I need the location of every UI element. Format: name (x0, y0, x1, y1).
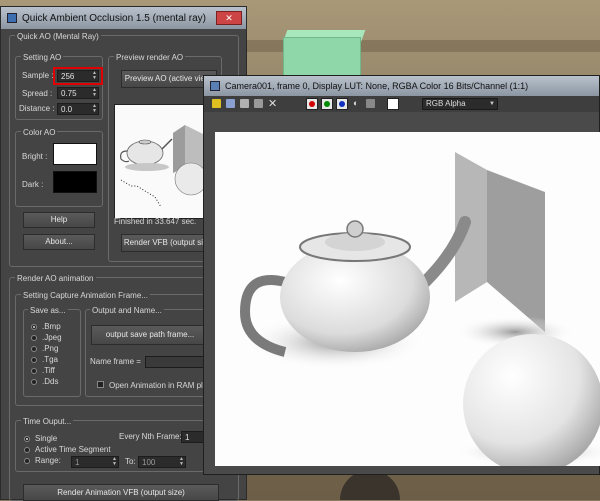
range-to-value: 100 (142, 458, 156, 467)
frame-buffer-window: Camera001, frame 0, Display LUT: None, R… (203, 75, 600, 475)
capture-label: Setting Capture Animation Frame... (21, 291, 150, 300)
radio-active-time[interactable] (24, 447, 30, 453)
fb-title: Camera001, frame 0, Display LUT: None, R… (225, 81, 529, 91)
range-from-spinner[interactable]: 1 ▲ ▼ (71, 456, 119, 468)
fb-titlebar[interactable]: Camera001, frame 0, Display LUT: None, R… (204, 76, 599, 96)
distance-value: 0.0 (61, 105, 73, 114)
alpha-icon[interactable] (366, 99, 375, 108)
to-label: To: (125, 457, 136, 466)
channel-select-value: RGB Alpha (426, 99, 466, 108)
setting-ao-label: Setting AO (21, 53, 64, 62)
active-time-label: Active Time Segment (35, 445, 111, 454)
distance-label: Distance : (19, 104, 55, 113)
every-nth-spinner[interactable]: 1 (181, 431, 205, 443)
format-tga: .Tga (42, 355, 59, 364)
sample-label: Sample : (22, 71, 54, 80)
dialog-title: Quick Ambient Occlusion 1.5 (mental ray) (22, 12, 206, 24)
spinner-arrows-icon[interactable]: ▲ ▼ (179, 457, 185, 467)
dark-color-swatch[interactable] (53, 171, 97, 193)
close-button[interactable]: ✕ (216, 11, 242, 25)
output-path-button[interactable]: output save path frame... (91, 325, 209, 345)
radio-single[interactable] (24, 436, 30, 442)
open-anim-label: Open Animation in RAM player (109, 381, 219, 390)
preview-scene-icon (115, 105, 208, 218)
range-from-value: 1 (75, 458, 80, 467)
preview-group-label: Preview render AO (114, 53, 186, 62)
render-anim-label: Render AO animation (15, 274, 96, 283)
rendered-image (215, 132, 600, 466)
radio-tiff[interactable] (31, 368, 37, 374)
finished-text: Finished in 33.647 sec. (114, 217, 197, 226)
spread-label: Spread : (22, 89, 53, 98)
format-jpeg: .Jpeg (42, 333, 62, 342)
fb-toolbar: ✕ ◐ RGB Alpha ▼ (204, 96, 599, 112)
spinner-arrows-icon[interactable]: ▲ ▼ (92, 88, 98, 98)
spinner-arrows-icon[interactable]: ▲ ▼ (92, 104, 98, 114)
highlight-box (53, 67, 103, 85)
open-anim-checkbox[interactable] (97, 381, 104, 388)
app-icon (7, 13, 17, 23)
help-button[interactable]: Help (23, 212, 95, 228)
radio-png[interactable] (31, 346, 37, 352)
group-quick-ao-label: Quick AO (Mental Ray) (15, 32, 101, 41)
format-dds: .Dds (42, 377, 59, 386)
print-icon[interactable] (254, 99, 263, 108)
copy-icon[interactable] (226, 99, 235, 108)
save-icon[interactable] (212, 99, 221, 108)
range-to-spinner[interactable]: 100 ▲ ▼ (138, 456, 186, 468)
radio-dds[interactable] (31, 379, 37, 385)
format-tiff: .Tiff (42, 366, 55, 375)
radio-bmp[interactable] (31, 324, 37, 330)
chevron-down-icon: ▼ (489, 101, 495, 107)
format-png: .Png (42, 344, 59, 353)
radio-tga[interactable] (31, 357, 37, 363)
about-button[interactable]: About... (23, 234, 95, 250)
bright-label: Bright : (22, 152, 48, 161)
output-label: Output and Name... (90, 306, 164, 315)
name-frame-label: Name frame = (90, 357, 141, 366)
spread-value: 0.75 (61, 89, 77, 98)
camera-icon (210, 81, 220, 91)
save-as-label: Save as... (28, 306, 68, 315)
ao-render-scene-icon (215, 132, 600, 466)
dialog-titlebar[interactable]: Quick Ambient Occlusion 1.5 (mental ray)… (1, 7, 246, 29)
clone-icon[interactable] (240, 99, 249, 108)
time-output-label: Time Ouput... (21, 417, 74, 426)
color-ao-label: Color AO (21, 128, 58, 137)
red-channel-button[interactable] (306, 98, 318, 110)
radio-range[interactable] (24, 458, 30, 464)
spread-spinner[interactable]: 0.75 ▲ ▼ (57, 87, 99, 99)
green-channel-button[interactable] (321, 98, 333, 110)
distance-spinner[interactable]: 0.0 ▲ ▼ (57, 103, 99, 115)
swatch-button[interactable] (387, 98, 399, 110)
ao-preview-image (114, 104, 209, 219)
radio-jpeg[interactable] (31, 335, 37, 341)
mono-icon[interactable]: ◐ (353, 98, 358, 108)
channel-select[interactable]: RGB Alpha ▼ (422, 98, 498, 110)
name-frame-input[interactable] (145, 356, 209, 368)
every-nth-value: 1 (185, 433, 190, 442)
single-label: Single (35, 434, 58, 443)
clear-icon[interactable]: ✕ (268, 97, 277, 110)
every-nth-label: Every Nth Frame: (119, 432, 182, 441)
render-animation-button[interactable]: Render Animation VFB (output size) (23, 484, 219, 501)
bright-color-swatch[interactable] (53, 143, 97, 165)
blue-channel-button[interactable] (336, 98, 348, 110)
dark-label: Dark : (22, 180, 44, 189)
range-label: Range: (35, 456, 61, 465)
spinner-arrows-icon[interactable]: ▲ ▼ (112, 457, 118, 467)
format-bmp: .Bmp (42, 322, 61, 331)
